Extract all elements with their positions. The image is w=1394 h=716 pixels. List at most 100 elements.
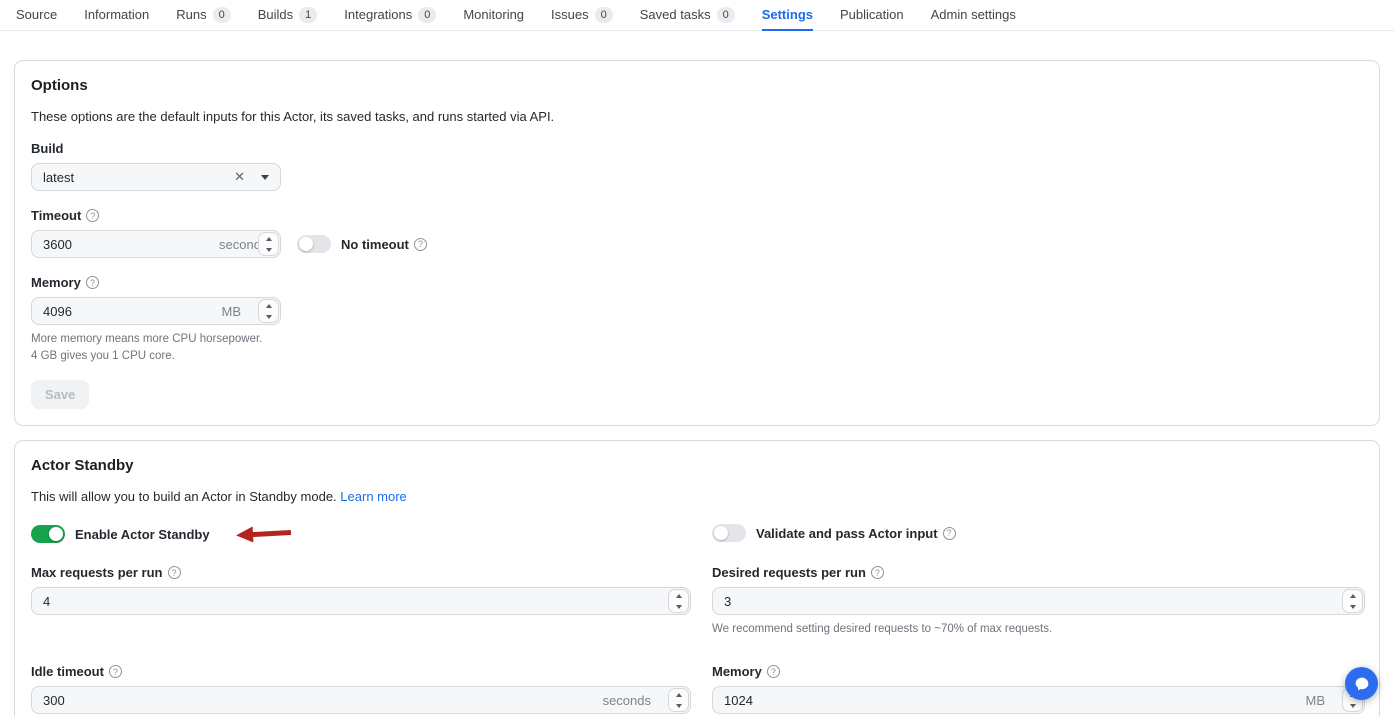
tab-monitoring[interactable]: Monitoring [463, 0, 524, 31]
build-label: Build [31, 141, 1363, 156]
step-up-icon[interactable] [259, 300, 278, 311]
desired-requests-label: Desired requests per run ? [712, 565, 1365, 580]
tab-information[interactable]: Information [84, 0, 149, 31]
tab-label: Source [16, 7, 57, 22]
standby-memory-input[interactable] [724, 693, 1306, 708]
step-down-icon[interactable] [669, 601, 688, 612]
standby-memory-unit: MB [1306, 693, 1326, 708]
idle-timeout-stepper [668, 688, 689, 712]
max-requests-input[interactable] [43, 594, 679, 609]
standby-title: Actor Standby [31, 457, 1363, 474]
step-down-icon[interactable] [259, 244, 278, 255]
memory-input[interactable] [43, 304, 222, 319]
integrations-count-badge: 0 [418, 7, 436, 23]
step-down-icon[interactable] [259, 311, 278, 322]
step-up-icon[interactable] [669, 590, 688, 601]
standby-description: This will allow you to build an Actor in… [31, 489, 1363, 504]
tab-label: Admin settings [931, 7, 1016, 22]
tab-label: Information [84, 7, 149, 22]
standby-memory-label: Memory ? [712, 664, 1365, 679]
help-icon[interactable]: ? [86, 209, 99, 222]
no-timeout-row: No timeout ? [297, 235, 427, 253]
step-down-icon[interactable] [1343, 601, 1362, 612]
tab-label: Integrations [344, 7, 412, 22]
tab-integrations[interactable]: Integrations 0 [344, 0, 436, 31]
tab-label: Runs [176, 7, 206, 22]
max-requests-label: Max requests per run ? [31, 565, 691, 580]
save-button[interactable]: Save [31, 380, 89, 409]
enable-standby-toggle[interactable] [31, 525, 65, 543]
timeout-label: Timeout ? [31, 208, 1363, 223]
options-description: These options are the default inputs for… [31, 109, 1363, 124]
actor-standby-card: Actor Standby This will allow you to bui… [14, 440, 1380, 716]
tab-label: Saved tasks [640, 7, 711, 22]
help-icon[interactable]: ? [943, 527, 956, 540]
timeout-stepper [258, 232, 279, 256]
enable-standby-label: Enable Actor Standby [75, 527, 210, 542]
tab-label: Settings [762, 7, 813, 22]
idle-timeout-input-group: seconds [31, 686, 691, 714]
tab-source[interactable]: Source [16, 0, 57, 31]
help-icon[interactable]: ? [168, 566, 181, 579]
memory-label: Memory ? [31, 275, 1363, 290]
help-icon[interactable]: ? [414, 238, 427, 251]
tab-publication[interactable]: Publication [840, 0, 904, 31]
chevron-down-icon[interactable] [261, 175, 269, 180]
no-timeout-toggle[interactable] [297, 235, 331, 253]
desired-requests-input-group [712, 587, 1365, 615]
tab-label: Builds [258, 7, 293, 22]
timeout-input[interactable] [43, 237, 219, 252]
step-down-icon[interactable] [669, 700, 688, 711]
no-timeout-label: No timeout ? [341, 237, 427, 252]
saved-tasks-count-badge: 0 [717, 7, 735, 23]
clear-icon[interactable]: ✕ [230, 169, 249, 185]
tab-admin-settings[interactable]: Admin settings [931, 0, 1016, 31]
help-icon[interactable]: ? [86, 276, 99, 289]
desired-requests-input[interactable] [724, 594, 1353, 609]
step-up-icon[interactable] [259, 233, 278, 244]
chat-icon [1354, 676, 1370, 692]
max-requests-stepper [668, 589, 689, 613]
build-select-value: latest [43, 170, 230, 185]
desired-requests-stepper [1342, 589, 1363, 613]
validate-input-label: Validate and pass Actor input ? [756, 526, 956, 541]
idle-timeout-unit: seconds [603, 693, 651, 708]
red-arrow-annotation [233, 523, 292, 546]
step-down-icon[interactable] [1343, 700, 1362, 711]
tab-label: Monitoring [463, 7, 524, 22]
issues-count-badge: 0 [595, 7, 613, 23]
idle-timeout-label: Idle timeout ? [31, 664, 691, 679]
memory-stepper [258, 299, 279, 323]
enable-standby-row: Enable Actor Standby [31, 524, 691, 544]
tab-builds[interactable]: Builds 1 [258, 0, 318, 31]
build-select[interactable]: latest ✕ [31, 163, 281, 191]
tab-issues[interactable]: Issues 0 [551, 0, 613, 31]
help-icon[interactable]: ? [871, 566, 884, 579]
tab-settings[interactable]: Settings [762, 0, 813, 31]
options-card: Options These options are the default in… [14, 60, 1380, 426]
learn-more-link[interactable]: Learn more [340, 489, 406, 504]
validate-input-toggle[interactable] [712, 524, 746, 542]
standby-memory-input-group: MB [712, 686, 1365, 714]
tab-label: Issues [551, 7, 589, 22]
tab-saved-tasks[interactable]: Saved tasks 0 [640, 0, 735, 31]
desired-requests-helper: We recommend setting desired requests to… [712, 621, 1365, 638]
step-up-icon[interactable] [1343, 590, 1362, 601]
runs-count-badge: 0 [213, 7, 231, 23]
memory-unit: MB [222, 304, 242, 319]
chat-launcher-button[interactable] [1345, 667, 1378, 700]
options-title: Options [31, 77, 1363, 94]
memory-input-group: MB [31, 297, 281, 325]
memory-helper: More memory means more CPU horsepower. 4… [31, 331, 1363, 364]
tab-runs[interactable]: Runs 0 [176, 0, 230, 31]
idle-timeout-input[interactable] [43, 693, 603, 708]
help-icon[interactable]: ? [767, 665, 780, 678]
tab-label: Publication [840, 7, 904, 22]
timeout-input-group: seconds [31, 230, 281, 258]
builds-count-badge: 1 [299, 7, 317, 23]
step-up-icon[interactable] [669, 689, 688, 700]
max-requests-input-group [31, 587, 691, 615]
actor-tab-bar: Source Information Runs 0 Builds 1 Integra… [0, 0, 1394, 31]
validate-input-row: Validate and pass Actor input ? [712, 524, 1365, 542]
help-icon[interactable]: ? [109, 665, 122, 678]
